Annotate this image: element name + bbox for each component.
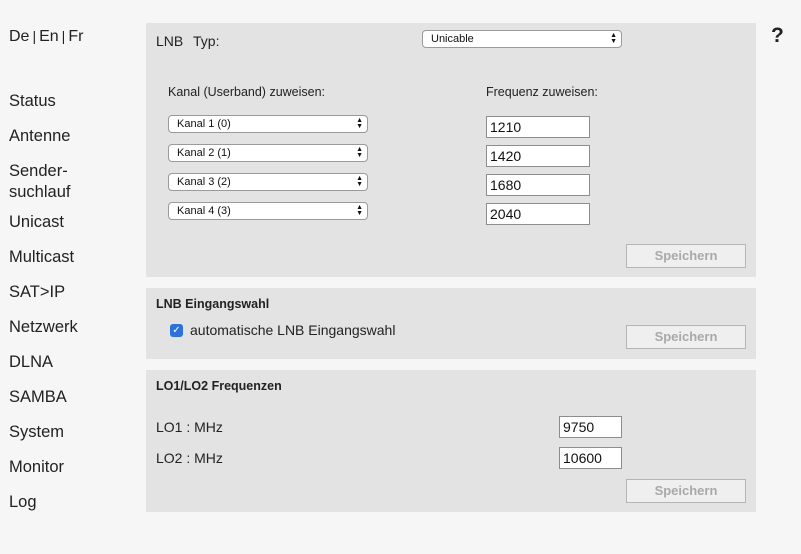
- lnb-type-value: Unicable: [431, 33, 474, 45]
- nav-netzwerk[interactable]: Netzwerk: [9, 317, 78, 337]
- kanal-select-value: Kanal 2 (1): [177, 147, 231, 159]
- nav-multicast[interactable]: Multicast: [9, 247, 74, 267]
- kanal-select-value: Kanal 3 (2): [177, 176, 231, 188]
- help-icon[interactable]: ?: [771, 24, 784, 48]
- typ-label: Typ:: [193, 33, 220, 49]
- checkmark-icon: ✓: [172, 325, 181, 336]
- frequenz-input-4[interactable]: 2040: [486, 203, 590, 225]
- nav-samba[interactable]: SAMBA: [9, 387, 67, 407]
- lo2-label: LO2 : MHz: [156, 450, 223, 466]
- lang-separator: |: [32, 28, 37, 44]
- updown-arrows-icon: ▲ ▼: [356, 146, 363, 159]
- nav-monitor[interactable]: Monitor: [9, 457, 64, 477]
- nav-log[interactable]: Log: [9, 492, 37, 512]
- lang-en-link[interactable]: En: [39, 28, 59, 45]
- lang-fr-link[interactable]: Fr: [68, 28, 83, 45]
- eingangswahl-title: LNB Eingangswahl: [156, 297, 270, 311]
- save-button[interactable]: Speichern: [626, 244, 746, 268]
- lo-title: LO1/LO2 Frequenzen: [156, 379, 282, 393]
- nav-status[interactable]: Status: [9, 91, 56, 111]
- auto-eingangswahl-checkbox[interactable]: ✓: [170, 324, 183, 337]
- lnb-eingangswahl-panel: LNB Eingangswahl ✓ automatische LNB Eing…: [146, 288, 756, 359]
- nav-dlna[interactable]: DLNA: [9, 352, 53, 372]
- kanal-select-value: Kanal 1 (0): [177, 118, 231, 130]
- lo1-label: LO1 : MHz: [156, 419, 223, 435]
- nav-unicast[interactable]: Unicast: [9, 212, 64, 232]
- nav-sendersuchlauf-line1[interactable]: Sender-: [9, 161, 68, 181]
- nav-antenne[interactable]: Antenne: [9, 126, 70, 146]
- nav-system[interactable]: System: [9, 422, 64, 442]
- lang-separator: |: [61, 28, 66, 44]
- nav-satip[interactable]: SAT>IP: [9, 282, 65, 302]
- save-button[interactable]: Speichern: [626, 479, 746, 503]
- kanal-select-4[interactable]: Kanal 4 (3) ▲ ▼: [168, 202, 368, 220]
- frequenz-input-3[interactable]: 1680: [486, 174, 590, 196]
- lo-frequenzen-panel: LO1/LO2 Frequenzen LO1 : MHz 9750 LO2 : …: [146, 370, 756, 512]
- nav-sendersuchlauf-line2[interactable]: suchlauf: [9, 182, 70, 202]
- lo1-input[interactable]: 9750: [559, 416, 622, 438]
- frequenz-header: Frequenz zuweisen:: [486, 85, 598, 99]
- lnb-type-select[interactable]: Unicable ▲ ▼: [422, 30, 622, 48]
- frequenz-input-2[interactable]: 1420: [486, 145, 590, 167]
- auto-eingangswahl-label: automatische LNB Eingangswahl: [190, 322, 396, 338]
- kanal-select-2[interactable]: Kanal 2 (1) ▲ ▼: [168, 144, 368, 162]
- kanal-select-3[interactable]: Kanal 3 (2) ▲ ▼: [168, 173, 368, 191]
- lo2-input[interactable]: 10600: [559, 447, 622, 469]
- kanal-select-1[interactable]: Kanal 1 (0) ▲ ▼: [168, 115, 368, 133]
- updown-arrows-icon: ▲ ▼: [356, 117, 363, 130]
- updown-arrows-icon: ▲ ▼: [356, 204, 363, 217]
- updown-arrows-icon: ▲ ▼: [356, 175, 363, 188]
- lnb-type-panel: LNB Typ: Unicable ▲ ▼ Kanal (Userband) zu…: [146, 23, 756, 277]
- kanal-select-value: Kanal 4 (3): [177, 205, 231, 217]
- language-switch: De | En | Fr: [9, 28, 83, 46]
- save-button[interactable]: Speichern: [626, 325, 746, 349]
- frequenz-input-1[interactable]: 1210: [486, 116, 590, 138]
- kanal-header: Kanal (Userband) zuweisen:: [168, 85, 326, 99]
- lnb-title: LNB: [156, 33, 184, 49]
- updown-arrows-icon: ▲ ▼: [610, 32, 617, 45]
- lang-de-link[interactable]: De: [9, 28, 29, 45]
